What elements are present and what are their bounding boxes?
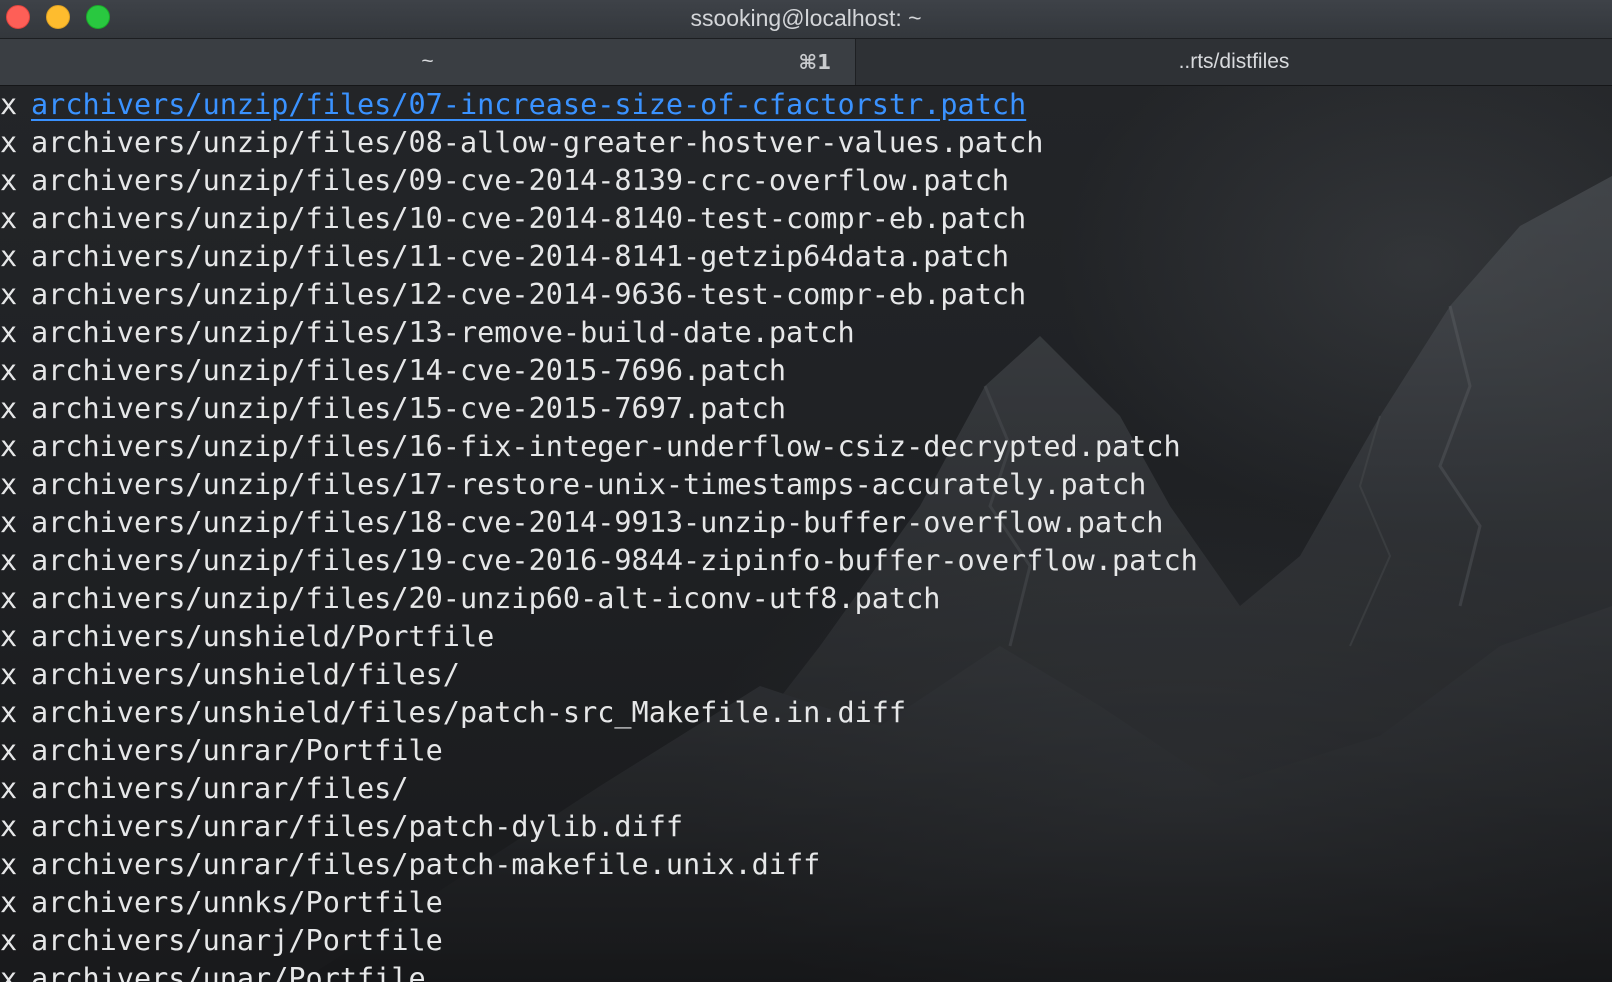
- tab-home[interactable]: ~ ⌘1: [0, 39, 856, 85]
- file-path: archivers/unrar/files/patch-dylib.diff: [31, 810, 684, 843]
- terminal-line: x archivers/unrar/files/: [0, 770, 1198, 808]
- file-path: archivers/unzip/files/13-remove-build-da…: [31, 316, 855, 349]
- file-path: archivers/unzip/files/11-cve-2014-8141-g…: [31, 240, 1010, 273]
- file-path: archivers/unzip/files/16-fix-integer-und…: [31, 430, 1181, 463]
- terminal-line: x archivers/unzip/files/16-fix-integer-un…: [0, 428, 1198, 466]
- terminal-line: x archivers/unzip/files/07-increase-size-…: [0, 86, 1198, 124]
- terminal-line: x archivers/unzip/files/20-unzip60-alt-ic…: [0, 580, 1198, 618]
- file-path: archivers/unzip/files/14-cve-2015-7696.p…: [31, 354, 786, 387]
- file-path: archivers/unshield/Portfile: [31, 620, 495, 653]
- terminal-line: x archivers/unarj/Portfile: [0, 922, 1198, 960]
- file-path: archivers/unzip/files/09-cve-2014-8139-c…: [31, 164, 1010, 197]
- line-prefix: x: [0, 582, 18, 615]
- line-prefix: x: [0, 88, 18, 121]
- terminal-line: x archivers/unrar/files/patch-makefile.un…: [0, 846, 1198, 884]
- line-prefix: x: [0, 772, 18, 805]
- line-prefix: x: [0, 848, 18, 881]
- line-prefix: x: [0, 202, 18, 235]
- line-prefix: x: [0, 658, 18, 691]
- line-prefix: x: [0, 810, 18, 843]
- tab-bar: ~ ⌘1 ..rts/distfiles: [0, 39, 1612, 86]
- terminal-line: x archivers/unzip/files/10-cve-2014-8140-…: [0, 200, 1198, 238]
- line-prefix: x: [0, 620, 18, 653]
- terminal-line: x archivers/unzip/files/09-cve-2014-8139-…: [0, 162, 1198, 200]
- tab-shortcut: ⌘1: [798, 50, 831, 74]
- line-prefix: x: [0, 430, 18, 463]
- output-lines: x archivers/unzip/files/07-increase-size-…: [0, 86, 1198, 982]
- terminal-line: x archivers/unshield/files/patch-src_Make…: [0, 694, 1198, 732]
- line-prefix: x: [0, 240, 18, 273]
- file-path: archivers/unshield/files/patch-src_Makef…: [31, 696, 907, 729]
- line-prefix: x: [0, 506, 18, 539]
- line-prefix: x: [0, 392, 18, 425]
- line-prefix: x: [0, 962, 18, 982]
- terminal-line: x archivers/unzip/files/15-cve-2015-7697.…: [0, 390, 1198, 428]
- line-prefix: x: [0, 544, 18, 577]
- terminal-line: x archivers/unzip/files/12-cve-2014-9636-…: [0, 276, 1198, 314]
- line-prefix: x: [0, 316, 18, 349]
- line-prefix: x: [0, 886, 18, 919]
- terminal-line: x archivers/unshield/Portfile: [0, 618, 1198, 656]
- file-path: archivers/unrar/Portfile: [31, 734, 443, 767]
- line-prefix: x: [0, 126, 18, 159]
- file-path: archivers/unzip/files/19-cve-2016-9844-z…: [31, 544, 1198, 577]
- file-path: archivers/unar/Portfile: [31, 962, 426, 982]
- highlighted-file-path-link[interactable]: archivers/unzip/files/07-increase-size-o…: [31, 88, 1026, 121]
- tab-label: ..rts/distfiles: [1178, 50, 1290, 73]
- terminal-line: x archivers/unzip/files/19-cve-2016-9844-…: [0, 542, 1198, 580]
- tab-distfiles[interactable]: ..rts/distfiles: [856, 39, 1612, 85]
- line-prefix: x: [0, 278, 18, 311]
- terminal-line: x archivers/unshield/files/: [0, 656, 1198, 694]
- file-path: archivers/unrar/files/patch-makefile.uni…: [31, 848, 821, 881]
- file-path: archivers/unarj/Portfile: [31, 924, 443, 957]
- file-path: archivers/unzip/files/12-cve-2014-9636-t…: [31, 278, 1027, 311]
- file-path: archivers/unzip/files/10-cve-2014-8140-t…: [31, 202, 1027, 235]
- line-prefix: x: [0, 696, 18, 729]
- line-prefix: x: [0, 164, 18, 197]
- file-path: archivers/unzip/files/15-cve-2015-7697.p…: [31, 392, 786, 425]
- terminal-line: x archivers/unrar/files/patch-dylib.diff: [0, 808, 1198, 846]
- tab-label: ~: [421, 50, 434, 73]
- terminal-line: x archivers/unzip/files/14-cve-2015-7696.…: [0, 352, 1198, 390]
- terminal-line: x archivers/unzip/files/08-allow-greater-…: [0, 124, 1198, 162]
- file-path: archivers/unzip/files/08-allow-greater-h…: [31, 126, 1044, 159]
- file-path: archivers/unzip/files/20-unzip60-alt-ico…: [31, 582, 941, 615]
- line-prefix: x: [0, 354, 18, 387]
- line-prefix: x: [0, 924, 18, 957]
- line-prefix: x: [0, 734, 18, 767]
- window-title: ssooking@localhost: ~: [690, 5, 922, 31]
- file-path: archivers/unzip/files/17-restore-unix-ti…: [31, 468, 1147, 501]
- terminal-window: ssooking@localhost: ~ ~ ⌘1 ..rts/distfil…: [0, 0, 1612, 982]
- file-path: archivers/unnks/Portfile: [31, 886, 443, 919]
- line-prefix: x: [0, 468, 18, 501]
- terminal-line: x archivers/unzip/files/11-cve-2014-8141-…: [0, 238, 1198, 276]
- terminal-line: x archivers/unar/Portfile: [0, 960, 1198, 982]
- terminal-line: x archivers/unzip/files/13-remove-build-d…: [0, 314, 1198, 352]
- terminal-line: x archivers/unzip/files/17-restore-unix-t…: [0, 466, 1198, 504]
- file-path: archivers/unshield/files/: [31, 658, 460, 691]
- terminal-line: x archivers/unzip/files/18-cve-2014-9913-…: [0, 504, 1198, 542]
- terminal-output[interactable]: x archivers/unzip/files/07-increase-size-…: [0, 86, 1612, 982]
- terminal-line: x archivers/unnks/Portfile: [0, 884, 1198, 922]
- terminal-line: x archivers/unrar/Portfile: [0, 732, 1198, 770]
- file-path: archivers/unrar/files/: [31, 772, 409, 805]
- file-path: archivers/unzip/files/18-cve-2014-9913-u…: [31, 506, 1164, 539]
- title-bar[interactable]: ssooking@localhost: ~: [0, 0, 1612, 39]
